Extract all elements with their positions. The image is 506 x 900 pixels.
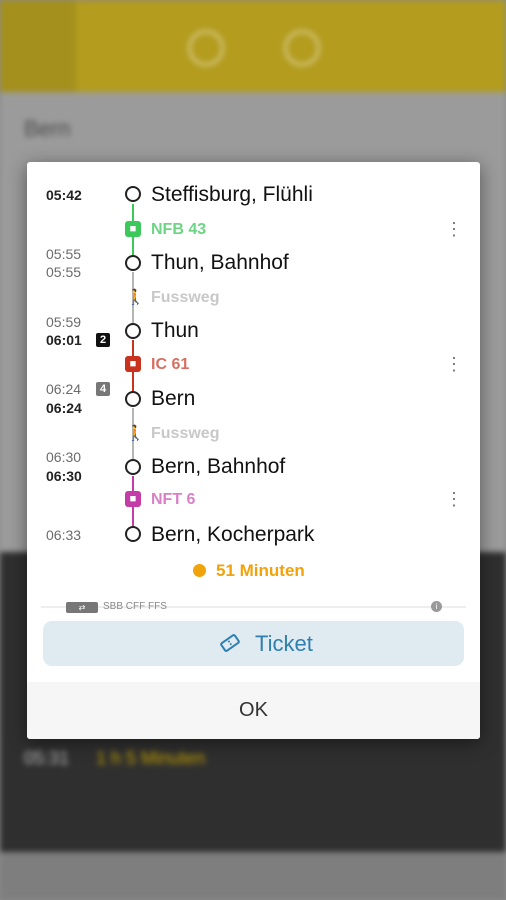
stop-3-circle (125, 391, 141, 407)
stop-5-name: Bern, Kocherpark (151, 523, 315, 546)
trip-duration: 51 Minuten (216, 561, 305, 580)
stop-3-name: Bern (151, 387, 196, 410)
stop-4-name: Bern, Bahnhof (151, 455, 286, 478)
menu-icon (0, 0, 76, 92)
stop-5-arrival: 06:33 (46, 527, 82, 543)
dialog-footer: OK (27, 682, 480, 739)
clock-icon (193, 564, 206, 577)
ticket-label: Ticket (255, 631, 313, 656)
leg-4-more-icon[interactable]: ⋮ (445, 490, 463, 508)
ok-button[interactable]: OK (27, 682, 480, 739)
stop-2-departure: 06:01 (46, 332, 82, 348)
home-icon (188, 30, 224, 66)
stop-2-circle (125, 323, 141, 339)
stop-3-departure: 06:24 (46, 400, 82, 416)
stop-2-arrival: 05:59 (46, 314, 82, 330)
ticket-icon (220, 634, 240, 652)
stop-1-departure: 05:55 (46, 264, 82, 280)
app-bottom-bar (0, 852, 506, 900)
sbb-logo-icon: ⇄ (66, 602, 98, 613)
background-duration: 1 h 5 Minuten (96, 748, 206, 768)
info-icon[interactable]: i (431, 601, 442, 612)
walk-icon-2: 🚶 (126, 425, 145, 442)
connection-dialog: 05:42 Steffisburg, Flühli ■ NFB 43 ⋮ 05:… (27, 162, 480, 739)
stop-0-departure: 05:42 (46, 187, 82, 203)
provider-name: SBB CFF FFS (103, 601, 167, 612)
stop-1-circle (125, 255, 141, 271)
leg-4-label: NFT 6 (151, 491, 196, 508)
stop-4-departure: 06:30 (46, 468, 82, 484)
background-title: Bern (24, 116, 71, 141)
leg-2-label: IC 61 (151, 356, 190, 373)
stop-0-name: Steffisburg, Flühli (151, 183, 313, 206)
background-time: 05:31 (24, 748, 70, 768)
stop-1-name: Thun, Bahnhof (151, 251, 289, 274)
stop-3-arrival: 06:24 (46, 381, 82, 397)
stop-4-circle (125, 459, 141, 475)
stop-5-circle (125, 526, 141, 542)
platform-badge-4: 4 (96, 382, 110, 396)
train-icon: ■ (125, 356, 141, 372)
leg-0-label: NFB 43 (151, 221, 207, 238)
platform-badge-2: 2 (96, 333, 110, 347)
tram-icon: ■ (125, 491, 141, 507)
ticket-button[interactable]: Ticket (43, 621, 464, 666)
search-icon (284, 30, 320, 66)
leg-2-more-icon[interactable]: ⋮ (445, 355, 463, 373)
leg-1-label: Fussweg (151, 289, 220, 306)
bus-icon: ■ (125, 221, 141, 237)
leg-3-label: Fussweg (151, 425, 220, 442)
stop-4-arrival: 06:30 (46, 449, 82, 465)
stop-0-circle (125, 186, 141, 202)
leg-0-more-icon[interactable]: ⋮ (445, 220, 463, 238)
walk-icon: 🚶 (126, 289, 145, 306)
stop-2-name: Thun (151, 319, 199, 342)
stop-1-arrival: 05:55 (46, 246, 82, 262)
